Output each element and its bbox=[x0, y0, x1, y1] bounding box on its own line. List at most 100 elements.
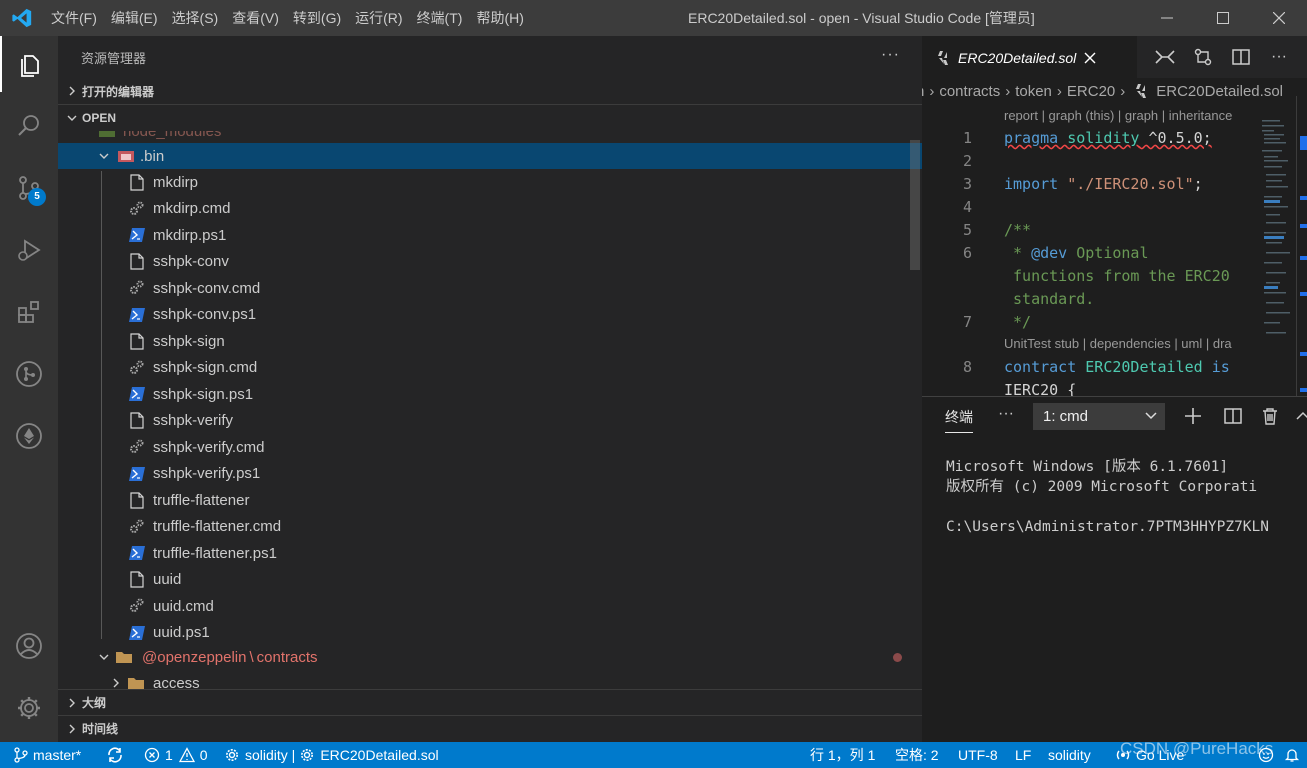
panel-more-button[interactable]: ··· bbox=[998, 405, 1014, 423]
menu-edit[interactable]: 编辑(E) bbox=[104, 0, 165, 36]
explorer-more-button[interactable]: ··· bbox=[881, 46, 900, 64]
tree-row-file[interactable]: mkdirp bbox=[58, 169, 922, 195]
tree-row-file[interactable]: mkdirp.ps1 bbox=[58, 222, 922, 248]
powershell-icon bbox=[128, 465, 146, 483]
editor-tab-active[interactable]: ERC20Detailed.sol bbox=[922, 36, 1137, 78]
gear-file-icon bbox=[128, 597, 146, 615]
breadcrumb-item[interactable]: n bbox=[922, 83, 924, 100]
status-feedback[interactable] bbox=[1258, 742, 1279, 768]
code-token: solidity bbox=[1067, 129, 1140, 147]
status-encoding[interactable]: UTF-8 bbox=[958, 742, 998, 768]
explorer-activity[interactable] bbox=[0, 36, 58, 92]
tree-row-file[interactable]: sshpk-verify bbox=[58, 408, 922, 434]
tree-row-file[interactable]: uuid bbox=[58, 567, 922, 593]
open-changes-button[interactable] bbox=[1184, 48, 1222, 66]
menu-help[interactable]: 帮助(H) bbox=[469, 0, 530, 36]
tree-label: uuid.ps1 bbox=[153, 624, 210, 641]
minimap[interactable] bbox=[1260, 116, 1290, 346]
tree-row-file[interactable]: sshpk-verify.ps1 bbox=[58, 461, 922, 487]
code-token: functions from the ERC20 bbox=[1004, 267, 1230, 285]
maximize-button[interactable] bbox=[1195, 0, 1251, 36]
tree-row-file[interactable]: sshpk-sign.ps1 bbox=[58, 381, 922, 407]
chevron-right-icon: › bbox=[929, 82, 935, 100]
status-sync[interactable] bbox=[106, 742, 129, 768]
open-editors-section[interactable]: 打开的编辑器 bbox=[58, 78, 922, 104]
menu-terminal[interactable]: 终端(T) bbox=[410, 0, 470, 36]
folder-label: OPEN bbox=[82, 110, 117, 125]
sidebar-scrollbar[interactable] bbox=[910, 140, 920, 270]
new-terminal-button[interactable] bbox=[1182, 405, 1204, 427]
files-icon bbox=[21, 55, 39, 77]
tree-row-file[interactable]: mkdirp.cmd bbox=[58, 196, 922, 222]
editor-more-button[interactable]: ··· bbox=[1260, 48, 1298, 66]
close-tab-icon[interactable] bbox=[1084, 52, 1096, 64]
tree-row-file[interactable]: sshpk-conv.ps1 bbox=[58, 302, 922, 328]
source-control-activity[interactable]: 5 bbox=[0, 160, 58, 216]
code-token: import bbox=[1004, 175, 1059, 193]
breadcrumb-item[interactable]: contracts bbox=[939, 83, 1000, 100]
split-terminal-button[interactable] bbox=[1222, 405, 1244, 427]
git-graph-activity[interactable] bbox=[0, 346, 58, 402]
maximize-panel-button[interactable] bbox=[1294, 405, 1307, 427]
open-editors-label: 打开的编辑器 bbox=[82, 84, 155, 99]
tree-row-file[interactable]: uuid.ps1 bbox=[58, 620, 922, 646]
breadcrumb-item[interactable]: ERC20Detailed.sol bbox=[1156, 83, 1283, 100]
extensions-activity[interactable] bbox=[0, 284, 58, 340]
breadcrumb-item[interactable]: token bbox=[1015, 83, 1052, 100]
outline-section[interactable]: 大纲 bbox=[58, 689, 922, 715]
tree-row-bin[interactable]: .bin bbox=[58, 143, 922, 169]
status-branch[interactable]: master* bbox=[14, 742, 81, 768]
tab-terminal[interactable]: 终端 bbox=[945, 407, 973, 433]
run-debug-activity[interactable] bbox=[0, 222, 58, 278]
tree-row-openzeppelin[interactable]: @openzeppelin \ contracts bbox=[58, 644, 922, 670]
run-debug-icon bbox=[18, 239, 41, 261]
title-bar: 文件(F) 编辑(E) 选择(S) 查看(V) 转到(G) 运行(R) 终端(T… bbox=[0, 0, 1307, 36]
code-editor[interactable]: report | graph (this) | graph | inherita… bbox=[922, 106, 1262, 396]
menu-view[interactable]: 查看(V) bbox=[225, 0, 286, 36]
graph-button[interactable] bbox=[1146, 49, 1184, 65]
tree-row-file[interactable]: sshpk-verify.cmd bbox=[58, 434, 922, 460]
tree-row-file[interactable]: uuid.cmd bbox=[58, 593, 922, 619]
menu-go[interactable]: 转到(G) bbox=[286, 0, 348, 36]
minimize-button[interactable] bbox=[1139, 0, 1195, 36]
status-notifications[interactable] bbox=[1284, 742, 1305, 768]
status-eol[interactable]: LF bbox=[1015, 742, 1031, 768]
terminal-output[interactable]: Microsoft Windows [版本 6.1.7601] 版权所有 (c) … bbox=[946, 457, 1269, 537]
menu-run[interactable]: 运行(R) bbox=[348, 0, 409, 36]
status-problems[interactable]: 1 0 bbox=[144, 742, 208, 768]
tree-row-file[interactable]: sshpk-conv.cmd bbox=[58, 275, 922, 301]
menu-file[interactable]: 文件(F) bbox=[44, 0, 104, 36]
folder-section-open[interactable]: OPEN bbox=[58, 104, 922, 130]
chevron-up-icon bbox=[1296, 411, 1307, 420]
timeline-section[interactable]: 时间线 bbox=[58, 715, 922, 741]
tree-row-file[interactable]: sshpk-conv bbox=[58, 249, 922, 275]
tree-row-file[interactable]: truffle-flattener.ps1 bbox=[58, 540, 922, 566]
split-editor-button[interactable] bbox=[1222, 48, 1260, 66]
codelens-top[interactable]: report | graph (this) | graph | inherita… bbox=[1004, 108, 1232, 123]
accounts-activity[interactable] bbox=[0, 618, 58, 674]
status-solidity[interactable]: solidity | ERC20Detailed.sol bbox=[224, 742, 439, 768]
tree-row-file[interactable]: truffle-flattener bbox=[58, 487, 922, 513]
status-indentation[interactable]: 空格: 2 bbox=[895, 742, 939, 768]
tree-row-file[interactable]: truffle-flattener.cmd bbox=[58, 514, 922, 540]
codelens-contract[interactable]: UnitTest stub | dependencies | uml | dra bbox=[1004, 336, 1232, 351]
close-window-button[interactable] bbox=[1251, 0, 1307, 36]
editor-actions: ··· bbox=[1146, 36, 1298, 78]
terminal-select[interactable]: 1: cmd bbox=[1033, 403, 1165, 430]
terminal-line: 版权所有 (c) 2009 Microsoft Corporati bbox=[946, 479, 1258, 495]
tree-row-file[interactable]: sshpk-sign bbox=[58, 328, 922, 354]
search-activity[interactable] bbox=[0, 98, 58, 154]
branch-icon bbox=[14, 747, 28, 763]
tree-row-file[interactable]: sshpk-sign.cmd bbox=[58, 355, 922, 381]
code-line: 3 import "./IERC20.sol"; bbox=[922, 175, 1262, 198]
breadcrumb-item[interactable]: ERC20 bbox=[1067, 83, 1115, 100]
manage-activity[interactable] bbox=[0, 680, 58, 736]
breadcrumb: n› contracts› token› ERC20› ERC20Detaile… bbox=[922, 78, 1307, 104]
status-language[interactable]: solidity bbox=[1048, 742, 1091, 768]
ethereum-activity[interactable] bbox=[0, 408, 58, 464]
status-cursor-position[interactable]: 行 1，列 1 bbox=[810, 742, 875, 768]
menu-selection[interactable]: 选择(S) bbox=[165, 0, 226, 36]
tree-label: sshpk-sign.ps1 bbox=[153, 385, 254, 403]
kill-terminal-button[interactable] bbox=[1259, 405, 1281, 427]
